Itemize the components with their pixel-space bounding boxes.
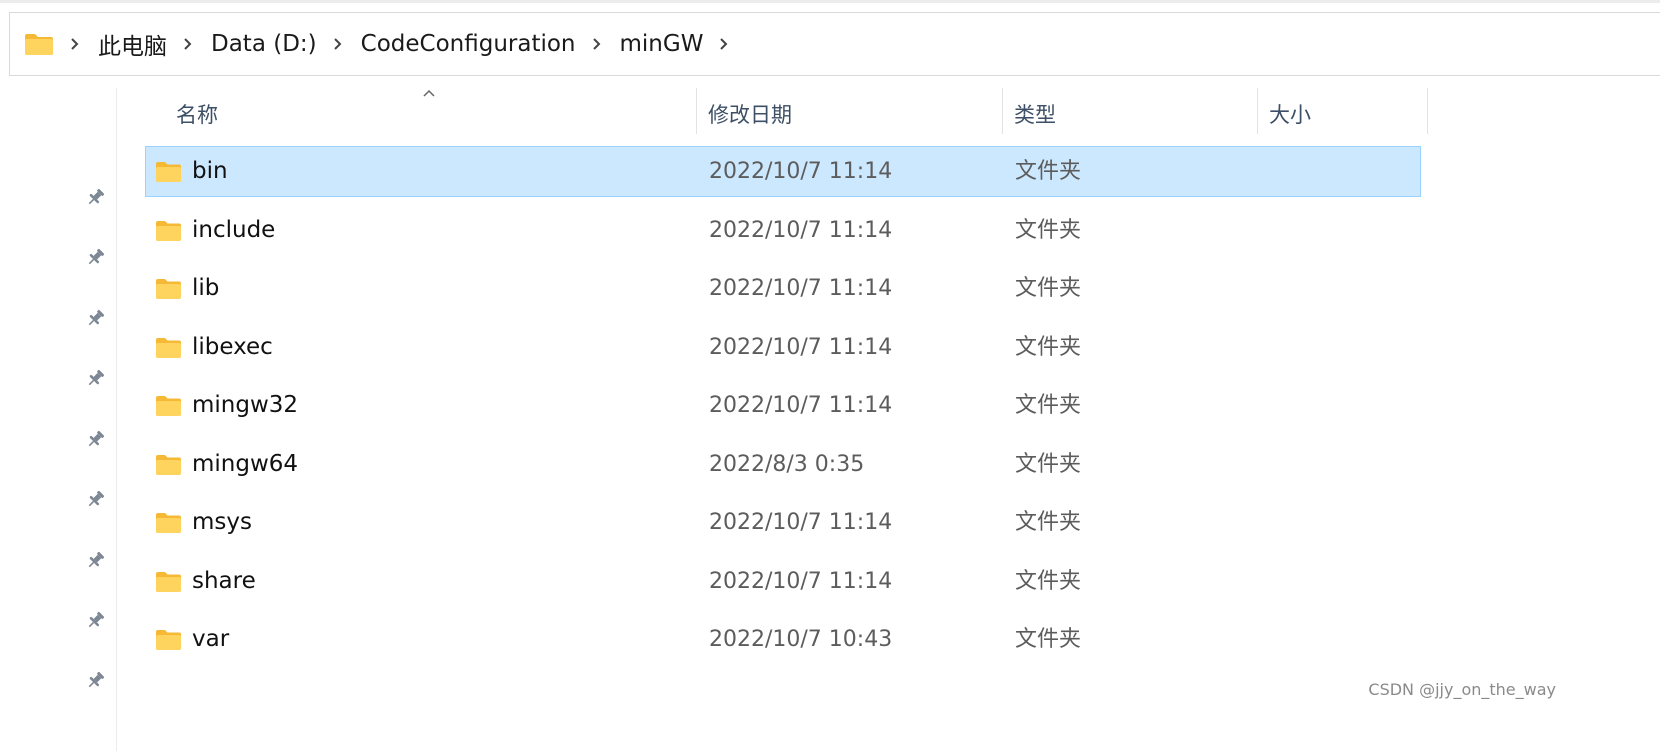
pin-icon[interactable] — [86, 247, 106, 267]
file-date-modified: 2022/8/3 0:35 — [709, 451, 865, 477]
column-divider[interactable] — [1002, 88, 1003, 134]
chevron-right-icon[interactable] — [719, 37, 729, 51]
file-date-modified: 2022/10/7 11:14 — [709, 568, 893, 594]
file-name[interactable]: bin — [192, 147, 228, 196]
file-row-include[interactable]: include 2022/10/7 11:14 文件夹 — [145, 205, 1421, 256]
address-bar[interactable]: 此电脑 Data (D:) CodeConfiguration minGW — [9, 12, 1660, 76]
pin-icon[interactable] — [86, 368, 106, 388]
file-row-mingw64[interactable]: mingw64 2022/8/3 0:35 文件夹 — [145, 439, 1421, 490]
folder-icon — [156, 162, 181, 182]
pin-icon[interactable] — [86, 670, 106, 690]
column-header-name-label: 名称 — [176, 103, 218, 127]
file-type: 文件夹 — [1015, 276, 1082, 301]
file-name[interactable]: msys — [192, 498, 252, 547]
file-row-var[interactable]: var 2022/10/7 10:43 文件夹 — [145, 614, 1421, 665]
pin-icon[interactable] — [86, 489, 106, 509]
file-date-modified: 2022/10/7 11:14 — [709, 334, 893, 360]
file-type: 文件夹 — [1015, 217, 1082, 243]
file-type: 文件夹 — [1015, 510, 1082, 535]
pin-icon[interactable] — [86, 610, 106, 630]
chevron-right-icon[interactable] — [333, 37, 343, 51]
file-name[interactable]: libexec — [192, 323, 273, 372]
column-header-date-label: 修改日期 — [708, 103, 792, 127]
breadcrumb: 此电脑 Data (D:) CodeConfiguration minGW — [24, 13, 747, 75]
file-type: 文件夹 — [1015, 451, 1082, 477]
column-header-size[interactable]: 大小 — [1259, 88, 1427, 140]
file-name[interactable]: lib — [192, 264, 219, 313]
file-name[interactable]: mingw32 — [192, 381, 298, 430]
pin-icon[interactable] — [86, 550, 106, 570]
file-date-modified: 2022/10/7 11:14 — [709, 159, 893, 184]
chevron-right-icon[interactable] — [70, 37, 80, 51]
file-row-libexec[interactable]: libexec 2022/10/7 11:14 文件夹 — [145, 322, 1421, 373]
chevron-right-icon[interactable] — [183, 37, 193, 51]
column-header-size-label: 大小 — [1269, 103, 1311, 127]
folder-icon — [156, 513, 181, 533]
breadcrumb-item-drive-d[interactable]: Data (D:) — [211, 31, 317, 57]
folder-icon — [156, 454, 181, 475]
file-type: 文件夹 — [1015, 159, 1082, 184]
folder-icon — [156, 337, 181, 358]
folder-icon[interactable] — [24, 32, 54, 56]
file-date-modified: 2022/10/7 10:43 — [709, 627, 893, 652]
column-divider[interactable] — [1257, 88, 1258, 134]
file-type: 文件夹 — [1015, 334, 1082, 360]
column-header-date-modified[interactable]: 修改日期 — [698, 88, 1002, 140]
folder-icon — [156, 279, 181, 299]
file-type: 文件夹 — [1015, 393, 1082, 418]
breadcrumb-item-mingw[interactable]: minGW — [620, 31, 704, 57]
pin-icon[interactable] — [86, 429, 106, 449]
folder-icon — [156, 571, 181, 592]
navigation-pane — [0, 88, 117, 751]
pin-icon[interactable] — [86, 308, 106, 328]
file-name[interactable]: include — [192, 206, 275, 255]
folder-icon — [156, 630, 181, 650]
pin-icon[interactable] — [86, 187, 106, 207]
file-row-share[interactable]: share 2022/10/7 11:14 文件夹 — [145, 556, 1421, 607]
folder-icon — [156, 220, 181, 241]
file-name[interactable]: share — [192, 557, 256, 606]
file-date-modified: 2022/10/7 11:14 — [709, 393, 893, 418]
watermark-text: CSDN @jjy_on_the_way — [1368, 680, 1556, 699]
breadcrumb-item-this-pc[interactable]: 此电脑 — [98, 27, 167, 61]
file-name[interactable]: var — [192, 615, 229, 664]
column-header-type[interactable]: 类型 — [1004, 88, 1258, 140]
window-top-edge — [0, 0, 1660, 3]
file-name[interactable]: mingw64 — [192, 440, 298, 489]
file-row-msys[interactable]: msys 2022/10/7 11:14 文件夹 — [145, 497, 1421, 548]
file-date-modified: 2022/10/7 11:14 — [709, 276, 893, 301]
file-row-mingw32[interactable]: mingw32 2022/10/7 11:14 文件夹 — [145, 380, 1421, 431]
file-row-bin[interactable]: bin 2022/10/7 11:14 文件夹 — [145, 146, 1421, 197]
column-header-name[interactable]: 名称 — [166, 88, 696, 140]
breadcrumb-item-codeconfiguration[interactable]: CodeConfiguration — [361, 31, 576, 57]
column-divider[interactable] — [696, 88, 697, 134]
file-type: 文件夹 — [1015, 627, 1082, 652]
column-divider[interactable] — [1427, 88, 1428, 134]
file-row-lib[interactable]: lib 2022/10/7 11:14 文件夹 — [145, 263, 1421, 314]
column-header-type-label: 类型 — [1014, 103, 1056, 127]
column-header-row: 名称 修改日期 类型 大小 — [116, 88, 1436, 140]
file-date-modified: 2022/10/7 11:14 — [709, 510, 893, 535]
file-type: 文件夹 — [1015, 568, 1082, 594]
chevron-right-icon[interactable] — [592, 37, 602, 51]
folder-icon — [156, 396, 181, 416]
file-date-modified: 2022/10/7 11:14 — [709, 217, 893, 243]
